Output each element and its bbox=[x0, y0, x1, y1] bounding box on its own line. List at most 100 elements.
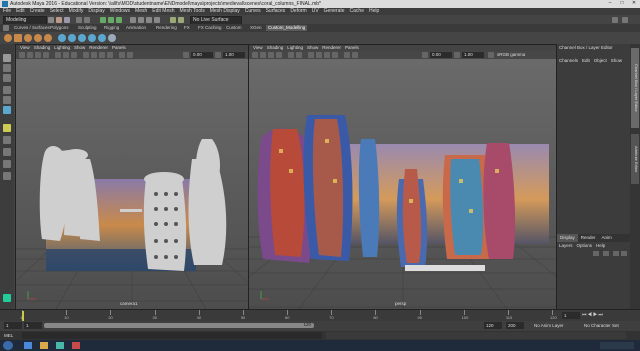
layer-tab-render[interactable]: Render bbox=[578, 234, 599, 242]
exposure-field-2[interactable]: 0.00 bbox=[430, 52, 452, 58]
panel-menu-lighting[interactable]: Lighting bbox=[54, 45, 70, 50]
current-frame-field[interactable]: 1 bbox=[562, 312, 580, 319]
grid-icon[interactable] bbox=[55, 52, 61, 58]
smooth-shade-icon-2[interactable] bbox=[316, 52, 322, 58]
script-editor-icon[interactable] bbox=[3, 294, 11, 302]
snap-grid-icon[interactable] bbox=[130, 17, 136, 23]
start-time-field[interactable]: 1 bbox=[4, 322, 22, 329]
select-object-icon[interactable] bbox=[108, 17, 114, 23]
layer-tab-anim[interactable]: Anim bbox=[599, 234, 615, 242]
select-tool-icon[interactable] bbox=[3, 54, 11, 62]
ie-taskbar-icon[interactable] bbox=[24, 342, 32, 349]
shelf-tab-xgen[interactable]: XGen bbox=[248, 25, 264, 31]
menu-surfaces[interactable]: Surfaces bbox=[266, 8, 286, 14]
new-layer-selected-icon[interactable] bbox=[603, 251, 609, 256]
bridge-icon[interactable] bbox=[88, 34, 96, 42]
panel-menu-view-2[interactable]: View bbox=[253, 45, 263, 50]
camera-select-icon[interactable] bbox=[19, 52, 25, 58]
bookmarks-icon-2[interactable] bbox=[268, 52, 274, 58]
explorer-taskbar-icon[interactable] bbox=[40, 342, 48, 349]
poly-sphere-icon[interactable] bbox=[4, 34, 12, 42]
current-time-marker[interactable] bbox=[22, 311, 24, 321]
menu-mesh-tools[interactable]: Mesh Tools bbox=[180, 8, 205, 14]
side-tab-channel-box[interactable]: Channel Box / Layer Editor bbox=[631, 48, 639, 128]
wireframe-icon[interactable] bbox=[83, 52, 89, 58]
panel-menu-panels[interactable]: Panels bbox=[112, 45, 126, 50]
shelf-tab-rendering[interactable]: Rendering bbox=[154, 25, 179, 31]
film-gate-icon-2[interactable] bbox=[296, 52, 302, 58]
lights-icon[interactable] bbox=[107, 52, 113, 58]
channel-menu-channels[interactable]: Channels bbox=[559, 58, 578, 63]
render-icon[interactable] bbox=[170, 17, 176, 23]
grid-icon-2[interactable] bbox=[288, 52, 294, 58]
panel-menu-panels-2[interactable]: Panels bbox=[345, 45, 359, 50]
shelf-tab-curves-surfaces[interactable]: Curves / Surfaces bbox=[12, 25, 52, 31]
shelf-tab-fx[interactable]: FX bbox=[182, 25, 192, 31]
panel-menu-renderer[interactable]: Renderer bbox=[89, 45, 108, 50]
layer-menu-layers[interactable]: Layers bbox=[559, 243, 573, 248]
menu-select[interactable]: Select bbox=[50, 8, 64, 14]
layer-menu-help[interactable]: Help bbox=[596, 243, 605, 248]
menu-mesh[interactable]: Mesh bbox=[135, 8, 147, 14]
gamma-icon[interactable] bbox=[215, 52, 221, 58]
smooth-icon[interactable] bbox=[108, 34, 116, 42]
toggle-panel-icon[interactable] bbox=[612, 17, 618, 23]
wireframe-icon-2[interactable] bbox=[308, 52, 314, 58]
layout-outliner-icon[interactable] bbox=[3, 160, 11, 168]
menu-deform[interactable]: Deform bbox=[290, 8, 306, 14]
bevel-icon[interactable] bbox=[98, 34, 106, 42]
exposure-icon-2[interactable] bbox=[422, 52, 428, 58]
anim-layer-field[interactable]: No Anim Layer bbox=[534, 323, 564, 328]
film-gate-icon[interactable] bbox=[63, 52, 69, 58]
viewport-camera1[interactable]: View Shading Lighting Show Renderer Panels 0.… bbox=[15, 44, 249, 310]
viewport-persp[interactable]: View Shading Lighting Show Renderer Panels 0.… bbox=[248, 44, 558, 310]
shelf-tab-polygons[interactable]: Polygons bbox=[48, 25, 71, 31]
menu-generate[interactable]: Generate bbox=[324, 8, 345, 14]
gamma-field-2[interactable]: 1.00 bbox=[462, 52, 484, 58]
move-tool-icon[interactable] bbox=[3, 86, 11, 94]
panel-menu-shading-2[interactable]: Shading bbox=[267, 45, 284, 50]
character-set-field[interactable]: No Character Set bbox=[584, 323, 619, 328]
menu-windows[interactable]: Windows bbox=[110, 8, 130, 14]
maya-taskbar-icon[interactable] bbox=[56, 342, 64, 349]
layout-graph-icon[interactable] bbox=[3, 172, 11, 180]
menu-modify[interactable]: Modify bbox=[69, 8, 84, 14]
open-scene-icon[interactable] bbox=[56, 17, 62, 23]
camera-attributes-icon-2[interactable] bbox=[260, 52, 266, 58]
color-space-label[interactable]: sRGB gamma bbox=[497, 52, 525, 58]
menu-uv[interactable]: UV bbox=[312, 8, 319, 14]
close-icon[interactable]: ✕ bbox=[628, 0, 640, 7]
panel-menu-show-2[interactable]: Show bbox=[307, 45, 318, 50]
poly-cylinder-icon[interactable] bbox=[24, 34, 32, 42]
combine-icon[interactable] bbox=[58, 34, 66, 42]
bookmarks-icon[interactable] bbox=[35, 52, 41, 58]
lights-icon-2[interactable] bbox=[332, 52, 338, 58]
menu-help[interactable]: Help bbox=[369, 8, 379, 14]
new-scene-icon[interactable] bbox=[48, 17, 54, 23]
shelf-settings-icon[interactable] bbox=[3, 25, 9, 31]
camera-select-icon-2[interactable] bbox=[252, 52, 258, 58]
smooth-shade-icon[interactable] bbox=[91, 52, 97, 58]
range-start-field[interactable]: 1 bbox=[24, 322, 42, 329]
end-time-field[interactable]: 120 bbox=[484, 322, 502, 329]
shelf-tab-custom-modelling[interactable]: Custom_Modelling bbox=[266, 25, 308, 31]
panel-menu-view[interactable]: View bbox=[20, 45, 30, 50]
paint-select-icon[interactable] bbox=[3, 74, 11, 82]
snap-surface-icon[interactable] bbox=[154, 17, 160, 23]
shelf-tab-fx-caching[interactable]: FX Caching bbox=[196, 25, 224, 31]
menu-edit-mesh[interactable]: Edit Mesh bbox=[152, 8, 174, 14]
extrude-icon[interactable] bbox=[78, 34, 86, 42]
panel-menu-lighting-2[interactable]: Lighting bbox=[287, 45, 303, 50]
textured-icon-2[interactable] bbox=[324, 52, 330, 58]
shelf-tab-animation[interactable]: Animation bbox=[124, 25, 148, 31]
undo-icon[interactable] bbox=[76, 17, 82, 23]
xray-icon-2[interactable] bbox=[344, 52, 350, 58]
toggle-panel-icon-2[interactable] bbox=[622, 17, 628, 23]
start-button-icon[interactable] bbox=[3, 341, 13, 350]
shelf-tab-sculpting[interactable]: Sculpting bbox=[76, 25, 99, 31]
max-time-field[interactable]: 200 bbox=[506, 322, 524, 329]
poly-plane-icon[interactable] bbox=[44, 34, 52, 42]
menu-curves[interactable]: Curves bbox=[245, 8, 261, 14]
ipr-render-icon[interactable] bbox=[178, 17, 184, 23]
layout-single-icon[interactable] bbox=[3, 124, 11, 132]
